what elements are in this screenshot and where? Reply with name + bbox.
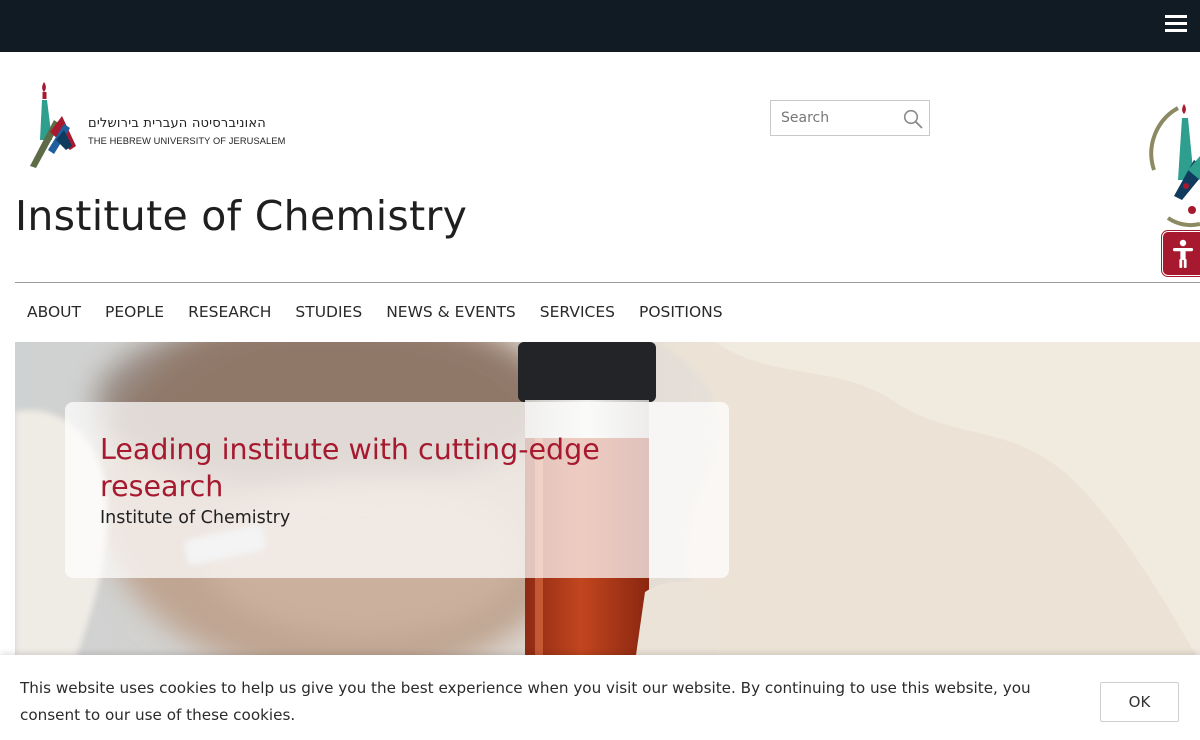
logo-english-text: THE HEBREW UNIVERSITY OF JERUSALEM: [88, 136, 286, 146]
search-icon[interactable]: [903, 109, 923, 129]
nav-item-positions[interactable]: POSITIONS: [627, 301, 735, 325]
nav-item-research[interactable]: RESEARCH: [176, 301, 283, 325]
search-input[interactable]: [771, 101, 899, 135]
logo-hebrew-text: האוניברסיטה העברית בירושלים: [88, 116, 266, 131]
search-box: [770, 100, 930, 136]
hero-subtitle: Institute of Chemistry: [100, 508, 291, 528]
nav-item-studies[interactable]: STUDIES: [283, 301, 374, 325]
nav-item-news-events[interactable]: NEWS & EVENTS: [374, 301, 528, 325]
cookie-ok-button[interactable]: OK: [1100, 682, 1179, 722]
hamburger-menu-icon[interactable]: [1165, 15, 1187, 33]
hero-banner: Leading institute with cutting-edge rese…: [15, 342, 1200, 662]
cookie-message: This website uses cookies to help us giv…: [20, 679, 1031, 724]
accessibility-button[interactable]: [1162, 231, 1200, 276]
hero-title[interactable]: Leading institute with cutting-edge rese…: [100, 431, 660, 505]
hero-card: Leading institute with cutting-edge rese…: [65, 402, 729, 578]
nav-item-services[interactable]: SERVICES: [528, 301, 627, 325]
university-emblem-icon: [30, 82, 76, 168]
institute-emblem-icon: [1149, 104, 1200, 228]
cookie-banner: This website uses cookies to help us giv…: [0, 655, 1200, 740]
main-nav: ABOUT PEOPLE RESEARCH STUDIES NEWS & EVE…: [15, 301, 735, 325]
nav-item-about[interactable]: ABOUT: [15, 301, 93, 325]
top-bar: [0, 0, 1200, 52]
header-divider: [15, 282, 1200, 283]
accessibility-icon: [1173, 239, 1193, 268]
page-title: Institute of Chemistry: [15, 192, 468, 240]
nav-item-people[interactable]: PEOPLE: [93, 301, 176, 325]
university-logo[interactable]: האוניברסיטה העברית בירושלים THE HEBREW U…: [28, 80, 288, 170]
